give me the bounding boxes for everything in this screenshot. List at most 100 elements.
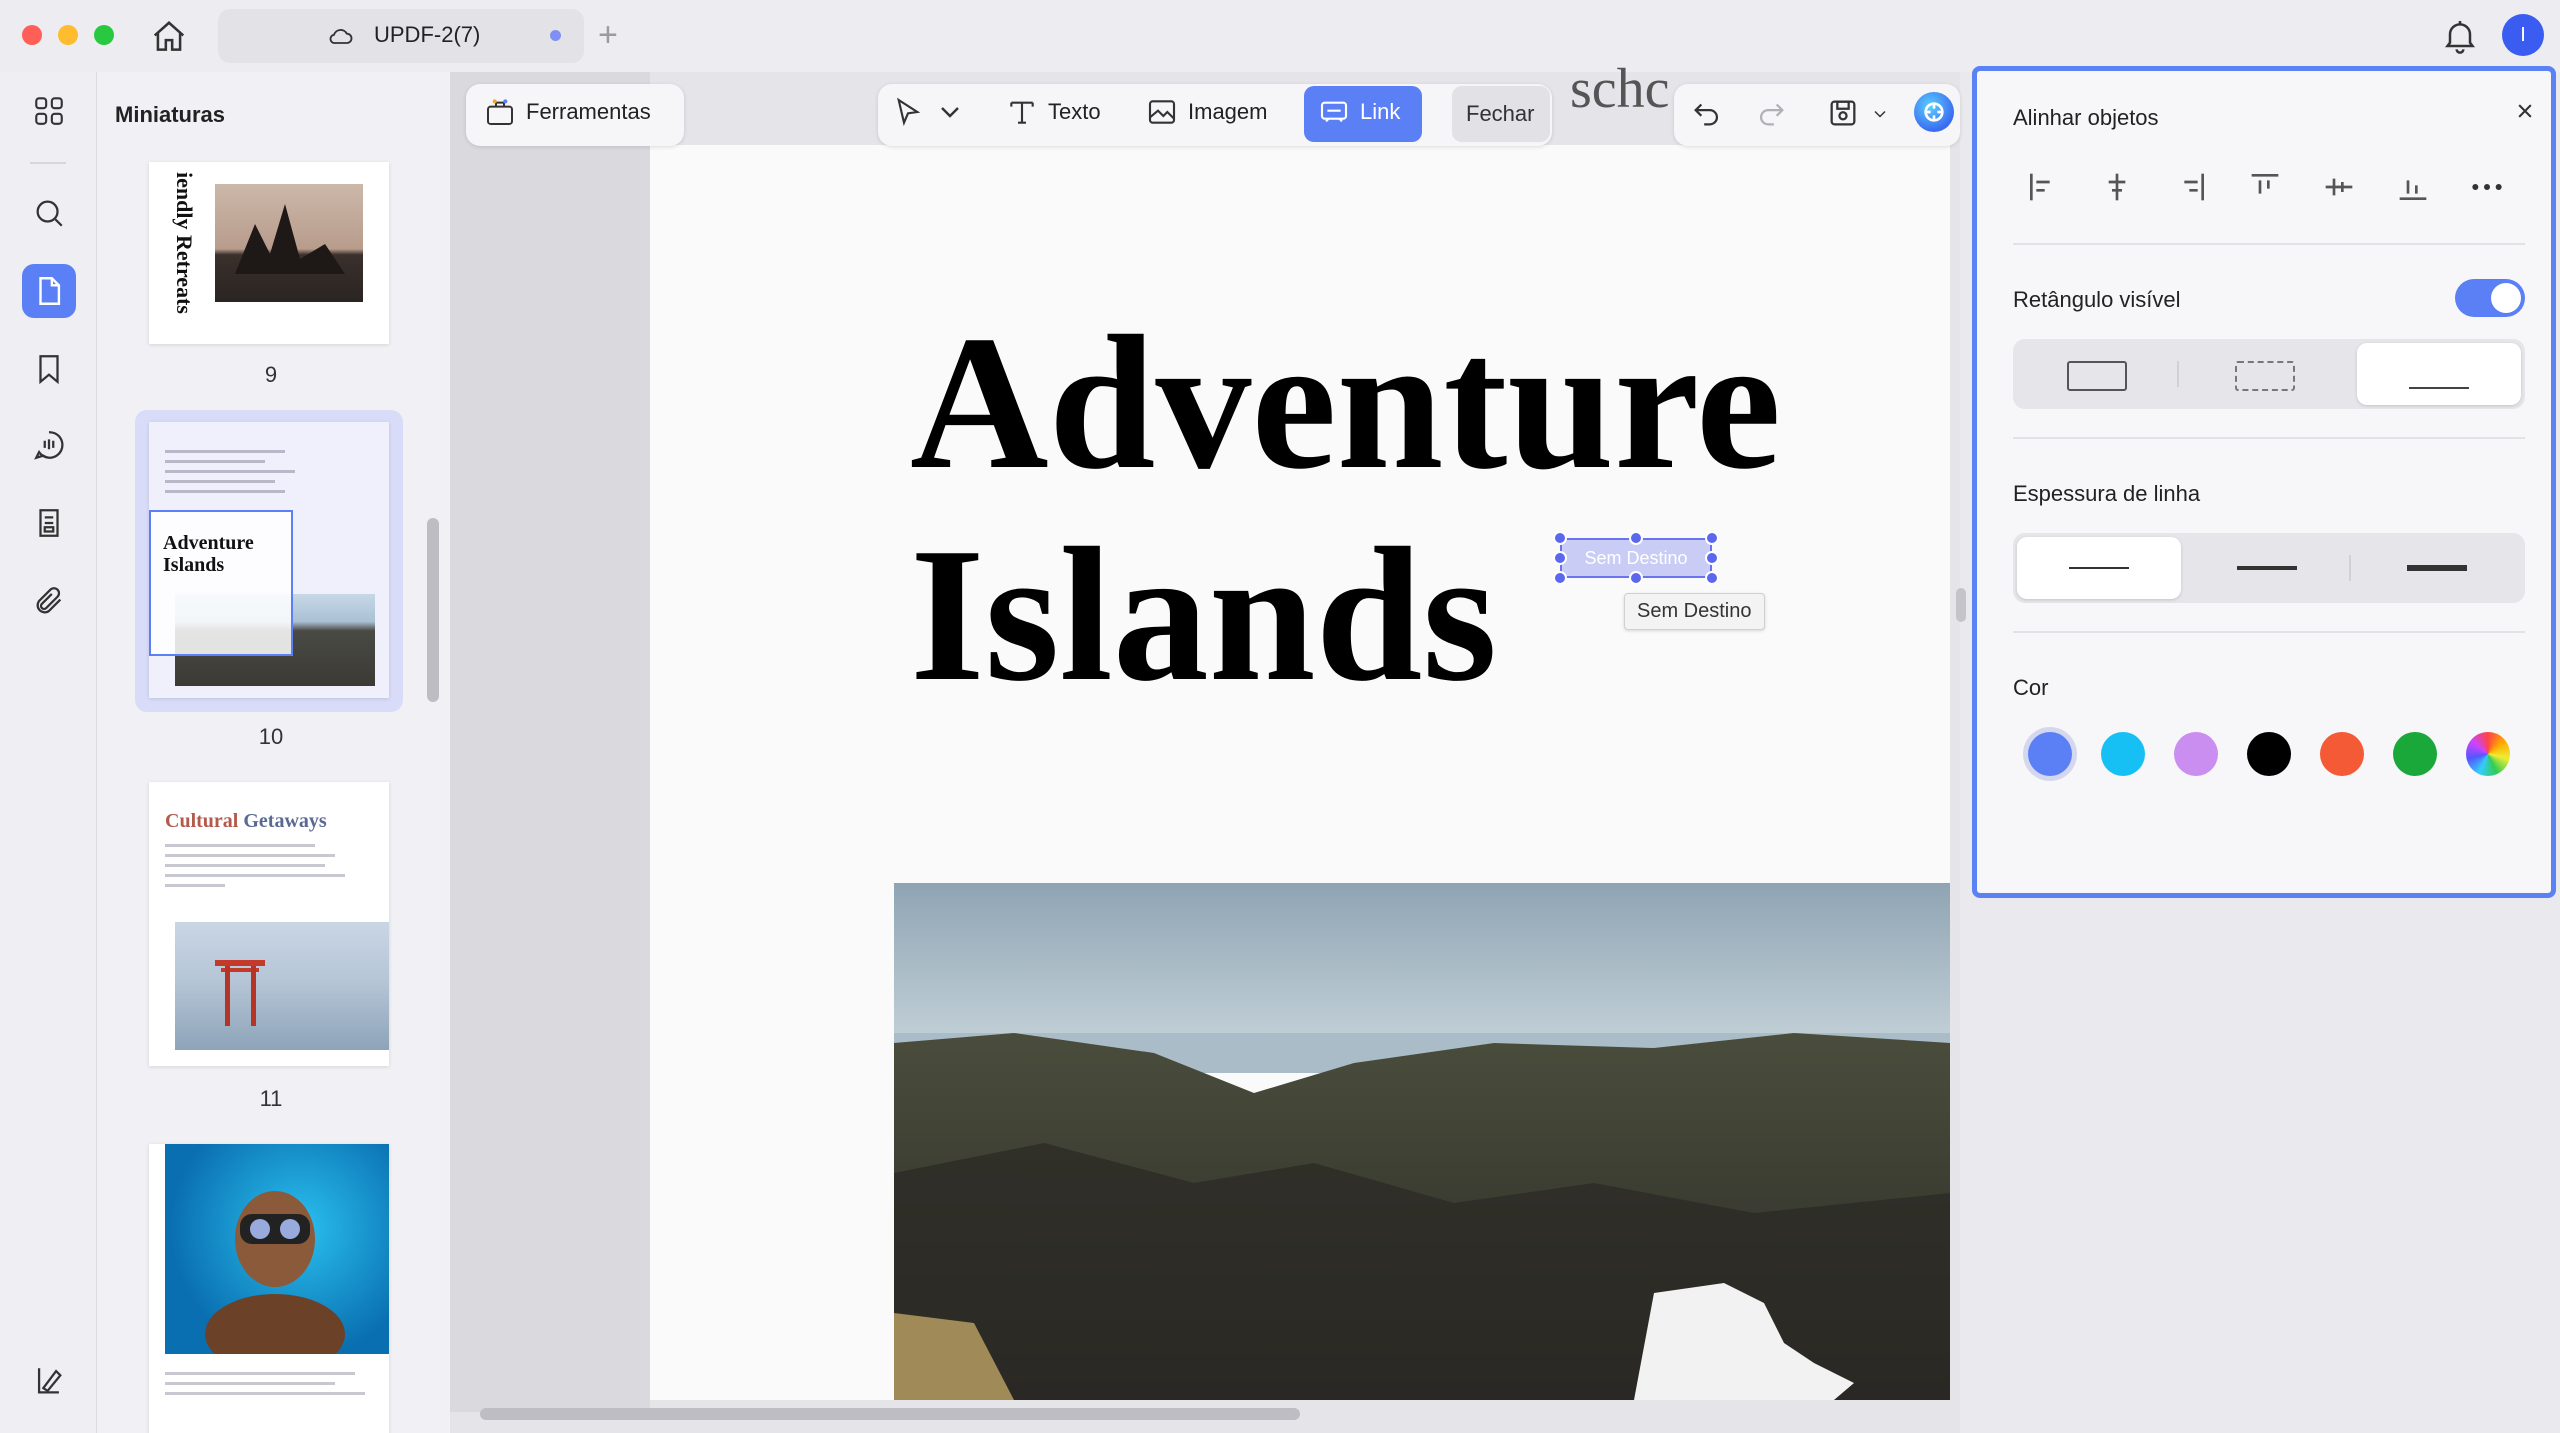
thumbnail-text: iendly Retreats xyxy=(172,172,197,314)
thumbnail-page-12[interactable] xyxy=(149,1144,389,1433)
avatar[interactable]: I xyxy=(2502,14,2544,56)
color-swatch-purple[interactable] xyxy=(2174,732,2218,776)
comment-icon[interactable] xyxy=(22,418,76,472)
align-top-icon[interactable] xyxy=(2245,167,2285,207)
grid-icon[interactable] xyxy=(22,84,76,138)
align-right-icon[interactable] xyxy=(2171,167,2211,207)
search-icon[interactable] xyxy=(22,186,76,240)
thumbnail-viewport-box[interactable]: Adventure Islands xyxy=(149,510,293,656)
resize-handle[interactable] xyxy=(1705,531,1719,545)
form-icon[interactable] xyxy=(22,496,76,550)
canvas-margin xyxy=(450,72,650,1412)
maximize-window-button[interactable] xyxy=(94,25,114,45)
thick-line-option[interactable] xyxy=(2407,565,2467,571)
color-swatch-custom[interactable] xyxy=(2466,732,2510,776)
thumbnail-line xyxy=(165,1392,365,1395)
resize-handle[interactable] xyxy=(1705,551,1719,565)
cloud-icon xyxy=(326,22,356,50)
panel-divider xyxy=(2013,437,2525,439)
text-tool-label: Texto xyxy=(1048,99,1101,124)
panel-divider xyxy=(2013,243,2525,245)
align-bottom-icon[interactable] xyxy=(2393,167,2433,207)
resize-handle[interactable] xyxy=(1705,571,1719,585)
thumbnail-page-number: 10 xyxy=(258,724,284,749)
thumbnail-image xyxy=(175,922,389,1050)
thumbnail-page-9[interactable]: iendly Retreats xyxy=(149,162,389,344)
redo-icon[interactable] xyxy=(1754,96,1788,130)
link-tool-content: Link xyxy=(1318,96,1400,128)
color-swatch-green[interactable] xyxy=(2393,732,2437,776)
resize-handle[interactable] xyxy=(1629,531,1643,545)
page-heading-line2[interactable]: Islands xyxy=(910,515,1497,715)
solid-border-option[interactable] xyxy=(2067,361,2127,391)
undo-icon[interactable] xyxy=(1690,96,1724,130)
align-middle-vertical-icon[interactable] xyxy=(2319,167,2359,207)
left-rail xyxy=(0,72,96,1433)
cursor-icon xyxy=(897,97,921,127)
layers-icon[interactable] xyxy=(22,1354,76,1408)
minimize-window-button[interactable] xyxy=(58,25,78,45)
visible-rectangle-label: Retângulo visível xyxy=(2013,287,2181,312)
resize-handle[interactable] xyxy=(1553,551,1567,565)
thumbnail-text: Adventure Islands xyxy=(163,532,254,576)
home-icon[interactable] xyxy=(150,18,188,56)
chevron-down-icon[interactable] xyxy=(1870,104,1890,124)
thumbnail-text: Cultural Getaways xyxy=(165,810,327,832)
dashed-border-option[interactable] xyxy=(2235,361,2295,391)
chevron-down-icon[interactable] xyxy=(934,96,966,128)
vertical-scrollbar[interactable] xyxy=(1956,588,1966,622)
resize-handle[interactable] xyxy=(1629,571,1643,585)
document-page[interactable]: schc Adventure Islands Sem Destino Sem D… xyxy=(650,58,1950,1400)
thumbnail-line xyxy=(165,854,335,857)
image-icon xyxy=(1148,100,1176,124)
thumbnails-panel: Miniaturas iendly Retreats 9 Adventure I… xyxy=(96,72,450,1433)
segment-divider xyxy=(2349,555,2351,581)
close-icon[interactable] xyxy=(2511,97,2539,125)
medium-line-option[interactable] xyxy=(2237,566,2297,570)
thumbnail-line xyxy=(165,480,275,483)
visible-rectangle-toggle[interactable] xyxy=(2455,279,2525,317)
thumbnail-page-10[interactable]: Adventure Islands xyxy=(149,422,389,698)
thumbnail-line xyxy=(165,884,225,887)
rail-divider xyxy=(30,162,66,164)
bell-icon[interactable] xyxy=(2440,16,2480,56)
page-heading-line1[interactable]: Adventure xyxy=(910,303,1781,503)
underline-border-option[interactable] xyxy=(2357,343,2521,405)
color-swatch-orange[interactable] xyxy=(2320,732,2364,776)
bookmark-icon[interactable] xyxy=(22,342,76,396)
thin-line-option[interactable] xyxy=(2017,537,2181,599)
close-edit-label: Fechar xyxy=(1466,101,1535,126)
tools-button[interactable]: Ferramentas xyxy=(484,96,651,128)
page-photo[interactable] xyxy=(894,883,1950,1400)
toggle-knob xyxy=(2491,283,2521,313)
image-tool-button[interactable]: Imagem xyxy=(1146,96,1267,128)
link-annotation-text: Sem Destino xyxy=(1584,548,1688,568)
link-tool-label: Link xyxy=(1360,99,1401,124)
ai-assistant-icon[interactable] xyxy=(1914,92,1954,132)
thumbnails-scrollbar[interactable] xyxy=(427,518,439,702)
horizontal-scrollbar[interactable] xyxy=(480,1408,1300,1420)
attachment-icon[interactable] xyxy=(22,574,76,628)
resize-handle[interactable] xyxy=(1553,571,1567,585)
thumbnail-page-11[interactable]: Cultural Getaways xyxy=(149,782,389,1066)
faded-page-text: schc xyxy=(1570,58,1670,120)
title-bar: UPDF-2(7) + I xyxy=(0,0,2560,72)
thumbnail-image xyxy=(165,1144,389,1374)
toolbox-icon xyxy=(487,99,513,125)
resize-handle[interactable] xyxy=(1553,531,1567,545)
thin-line-shape xyxy=(2069,567,2129,569)
align-center-horizontal-icon[interactable] xyxy=(2097,167,2137,207)
close-window-button[interactable] xyxy=(22,25,42,45)
more-icon[interactable] xyxy=(2467,167,2507,207)
color-label: Cor xyxy=(2013,675,2049,700)
color-swatch-cyan[interactable] xyxy=(2101,732,2145,776)
align-left-icon[interactable] xyxy=(2023,167,2063,207)
color-swatch-black[interactable] xyxy=(2247,732,2291,776)
save-icon[interactable] xyxy=(1826,96,1860,130)
page-icon[interactable] xyxy=(22,264,76,318)
text-tool-button[interactable]: Texto xyxy=(1006,96,1101,128)
select-tool-button[interactable] xyxy=(892,96,966,128)
color-swatch-blue[interactable] xyxy=(2028,732,2072,776)
new-tab-button[interactable]: + xyxy=(598,18,618,52)
underline-shape xyxy=(2409,387,2469,389)
